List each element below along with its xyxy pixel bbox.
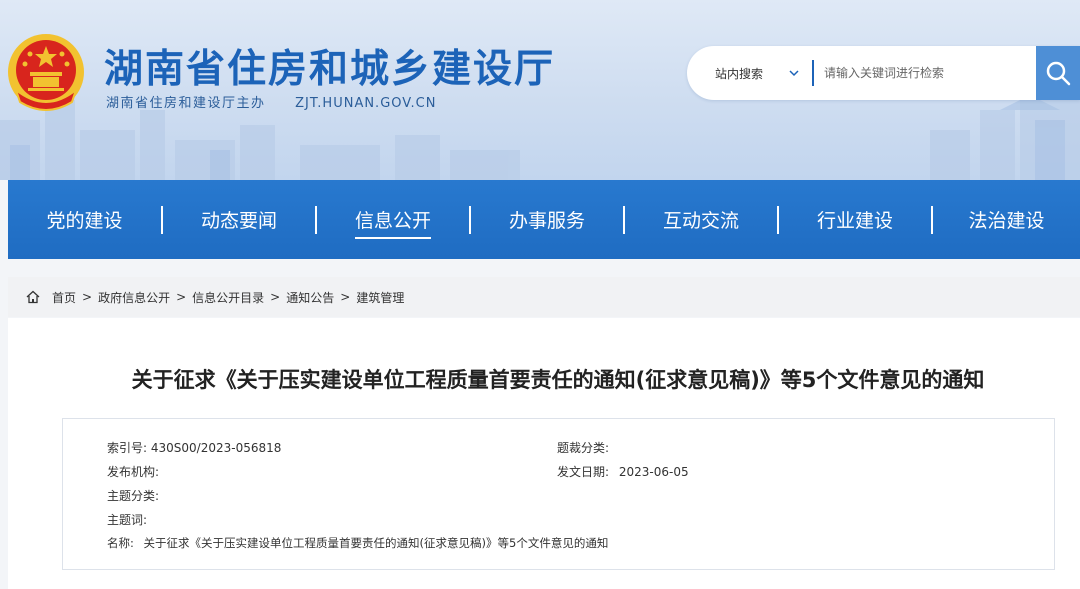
- nav-label: 动态要闻: [200, 210, 277, 232]
- meta-name-label: 名称:: [107, 536, 134, 550]
- search-icon: [1046, 61, 1071, 86]
- breadcrumb-separator: >: [270, 290, 281, 304]
- meta-name: 名称: 关于征求《关于压实建设单位工程质量首要责任的通知(征求意见稿)》等5个文…: [107, 535, 608, 551]
- search-bar: 站内搜索: [687, 46, 1080, 100]
- nav-item-party-building[interactable]: 党的建设: [8, 180, 161, 259]
- meta-index: 索引号: 430S00/2023-056818: [107, 439, 281, 456]
- breadcrumb-separator: >: [340, 290, 351, 304]
- breadcrumb-separator: >: [82, 290, 93, 304]
- home-icon: [26, 290, 40, 304]
- nav-item-rule-of-law[interactable]: 法治建设: [933, 180, 1080, 259]
- breadcrumb-home[interactable]: 首页: [52, 289, 76, 306]
- meta-date-value: 2023-06-05: [618, 465, 689, 479]
- site-header: 湖南省住房和城乡建设厅 湖南省住房和建设厅主办 ZJT.HUNAN.GOV.CN…: [0, 0, 1080, 180]
- nav-label: 行业建设: [816, 210, 893, 232]
- search-button[interactable]: [1036, 46, 1080, 100]
- meta-genre: 题裁分类:: [557, 439, 609, 456]
- search-scope-select[interactable]: 站内搜索: [687, 46, 812, 100]
- article-title: 关于征求《关于压实建设单位工程质量首要责任的通知(征求意见稿)》等5个文件意见的…: [131, 368, 985, 392]
- search-scope-label: 站内搜索: [715, 66, 764, 81]
- chevron-down-icon: [789, 70, 799, 77]
- nav-item-interaction[interactable]: 互动交流: [625, 180, 777, 259]
- meta-genre-label: 题裁分类:: [557, 441, 610, 455]
- breadcrumb-separator: >: [176, 290, 187, 304]
- site-sponsor: 湖南省住房和建设厅主办: [106, 96, 266, 111]
- breadcrumb-notices[interactable]: 通知公告: [286, 289, 334, 306]
- main-nav: 党的建设 动态要闻 信息公开 办事服务 互动交流 行业建设 法治建设: [8, 180, 1080, 259]
- site-domain: ZJT.HUNAN.GOV.CN: [295, 96, 437, 111]
- meta-publisher: 发布机构:: [107, 463, 159, 480]
- nav-item-info-disclosure[interactable]: 信息公开: [317, 180, 469, 259]
- nav-label: 办事服务: [508, 210, 585, 232]
- breadcrumb-info-catalog[interactable]: 信息公开目录: [192, 289, 264, 306]
- nav-item-news[interactable]: 动态要闻: [163, 180, 315, 259]
- meta-name-value: 关于征求《关于压实建设单位工程质量首要责任的通知(征求意见稿)》等5个文件意见的…: [143, 536, 609, 550]
- article-meta-box: 索引号: 430S00/2023-056818 题裁分类: 发布机构: 发文日期…: [62, 418, 1055, 570]
- article-content: 关于征求《关于压实建设单位工程质量首要责任的通知(征求意见稿)》等5个文件意见的…: [8, 318, 1080, 589]
- nav-label: 党的建设: [46, 210, 123, 232]
- meta-keywords: 主题词:: [107, 511, 147, 528]
- meta-topic: 主题分类:: [107, 487, 159, 504]
- site-subtitle: 湖南省住房和建设厅主办 ZJT.HUNAN.GOV.CN: [106, 92, 436, 111]
- nav-label: 互动交流: [662, 210, 739, 232]
- breadcrumb-gov-info[interactable]: 政府信息公开: [98, 289, 170, 306]
- meta-index-value: 430S00/2023-056818: [150, 441, 282, 455]
- meta-keywords-label: 主题词:: [107, 513, 148, 527]
- nav-label: 法治建设: [968, 210, 1045, 232]
- meta-publisher-label: 发布机构:: [107, 465, 160, 479]
- nav-label: 信息公开: [354, 206, 431, 239]
- breadcrumb-construction[interactable]: 建筑管理: [356, 289, 404, 306]
- meta-date: 发文日期: 2023-06-05: [557, 463, 689, 480]
- meta-date-label: 发文日期:: [557, 465, 610, 479]
- search-input[interactable]: [814, 46, 1036, 100]
- meta-index-label: 索引号:: [107, 441, 148, 455]
- nav-item-services[interactable]: 办事服务: [471, 180, 623, 259]
- site-title[interactable]: 湖南省住房和城乡建设厅: [104, 38, 555, 94]
- national-emblem-icon: [8, 34, 84, 111]
- nav-item-industry[interactable]: 行业建设: [779, 180, 931, 259]
- breadcrumb: 首页 > 政府信息公开 > 信息公开目录 > 通知公告 > 建筑管理: [8, 277, 1080, 317]
- meta-topic-label: 主题分类:: [107, 489, 160, 503]
